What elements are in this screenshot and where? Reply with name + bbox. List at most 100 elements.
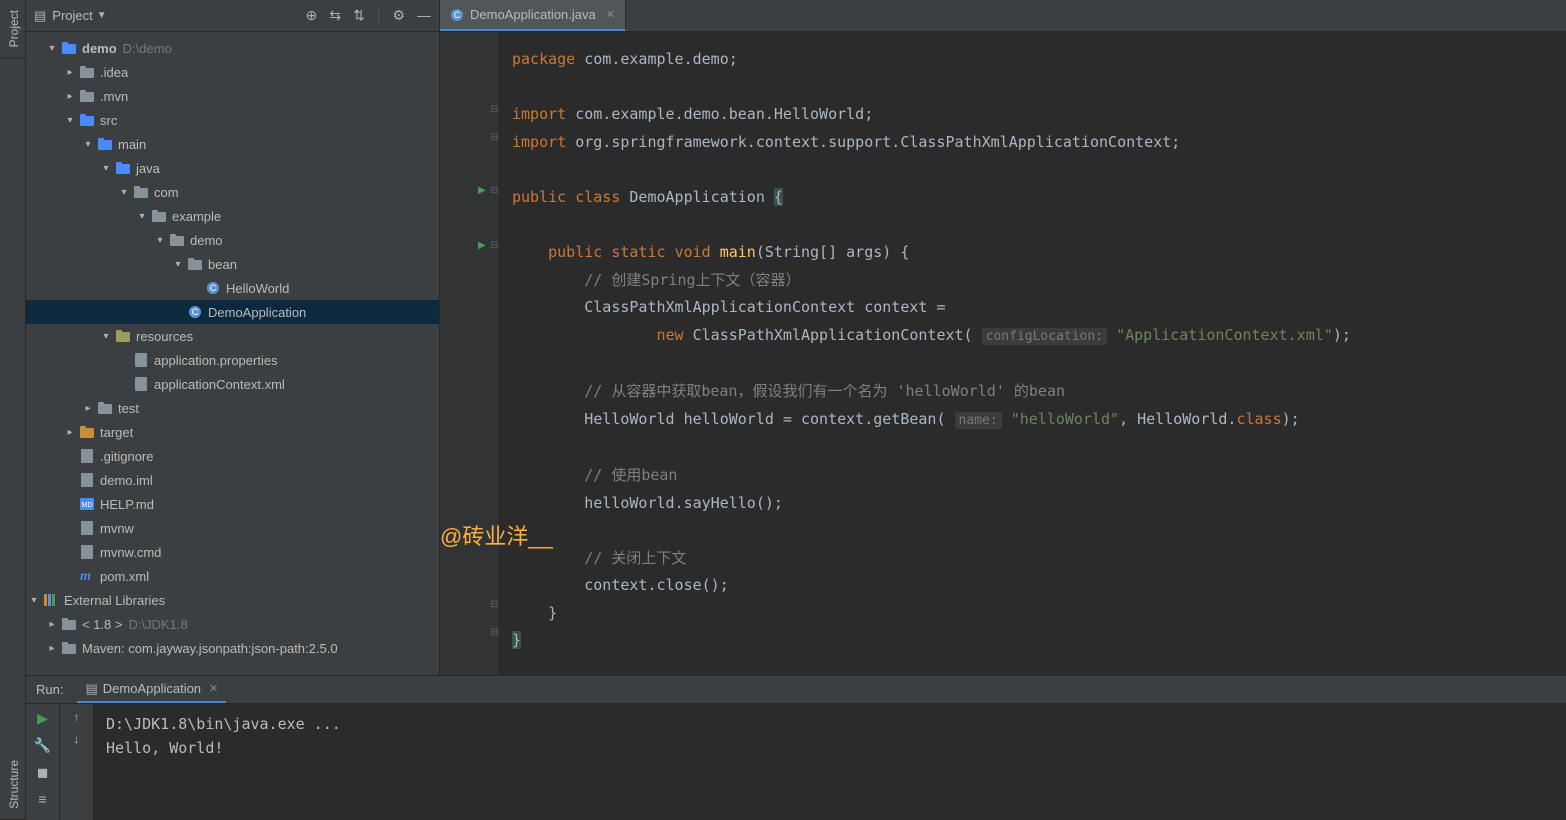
tree-node--1-8-[interactable]: ▸< 1.8 >D:\JDK1.8 [26,612,439,636]
fold-icon[interactable]: ⊟ [490,185,498,196]
tree-node-target[interactable]: ▸target [26,420,439,444]
tree-arrow-icon[interactable]: ▾ [98,331,114,342]
tree-label: main [118,137,146,152]
settings-icon[interactable]: ⚙ [392,7,405,24]
run-gutter-icon[interactable]: ▶ [478,240,486,251]
up-arrow-icon[interactable]: ↑ [74,710,80,724]
tree-arrow-icon[interactable]: ▸ [62,427,78,438]
tree-node-demo-iml[interactable]: demo.iml [26,468,439,492]
tree-node-java[interactable]: ▾java [26,156,439,180]
tree-node-com[interactable]: ▾ com [26,180,439,204]
fold-end-icon[interactable]: ⊟ [490,132,498,143]
file-icon [78,449,96,463]
tree-arrow-icon[interactable]: ▸ [44,619,60,630]
fold-end-icon[interactable]: ⊟ [490,599,498,610]
tree-arrow-icon[interactable]: ▾ [80,139,96,150]
tree-node-test[interactable]: ▸test [26,396,439,420]
tree-arrow-icon[interactable]: ▸ [80,403,96,414]
tree-label: demo [190,233,223,248]
folder-icon [168,234,186,246]
structure-tool-tab[interactable]: Structure [0,750,25,820]
tree-node-external-libraries[interactable]: ▾ External Libraries [26,588,439,612]
folder-icon [60,618,78,630]
tree-arrow-icon[interactable]: ▾ [152,235,168,246]
tree-label: example [172,209,221,224]
tree-node-demo[interactable]: ▾ demo [26,228,439,252]
editor-tab-demoapplication[interactable]: C DemoApplication.java ✕ [440,0,626,31]
tree-node-help-md[interactable]: MDHELP.md [26,492,439,516]
folder-icon [78,66,96,78]
tree-node-maven-com-jayway-jsonpath-json-path-2-5-0[interactable]: ▸ Maven: com.jayway.jsonpath:json-path:2.… [26,636,439,660]
down-arrow-icon[interactable]: ↓ [74,732,80,746]
run-body: ▶ 🔧 ◼ ≡ ↑ ↓ D:\JDK1.8\bin\java.exe ... H… [26,704,1566,820]
editor-area: C DemoApplication.java ✕ ▶ ▶ ⊟ ⊟ ⊟ ⊟ ⊟ ⊟ [440,0,1566,675]
tree-label: External Libraries [64,593,165,608]
tree-node--idea[interactable]: ▸.idea [26,60,439,84]
tab-label: DemoApplication.java [470,7,596,22]
tree-node-mvnw[interactable]: mvnw [26,516,439,540]
tree-node-bean[interactable]: ▾bean [26,252,439,276]
project-tool-tab[interactable]: Project [0,0,25,58]
run-config-tab[interactable]: ▤ DemoApplication ✕ [77,676,226,703]
tree-arrow-icon[interactable]: ▸ [44,643,60,654]
tree-label: DemoApplication [208,305,306,320]
tree-node-applicationcontext-xml[interactable]: applicationContext.xml [26,372,439,396]
tree-arrow-icon[interactable]: ▾ [116,187,132,198]
project-panel-title[interactable]: Project [52,8,92,23]
wrench-icon[interactable]: 🔧 [34,737,51,754]
tree-arrow-icon[interactable]: ▾ [170,259,186,270]
fold-end-icon[interactable]: ⊟ [490,627,498,638]
folder-blue-icon [114,162,132,174]
close-icon[interactable]: ✕ [209,682,218,695]
tree-arrow-icon[interactable]: ▾ [44,43,60,54]
collapse-icon[interactable]: ⇅ [353,7,365,24]
locate-icon[interactable]: ⊕ [306,7,318,24]
svg-text:C: C [454,10,461,20]
console-output[interactable]: D:\JDK1.8\bin\java.exe ... Hello, World! [94,704,1566,820]
file-md-icon: MD [78,498,96,510]
tree-arrow-icon[interactable]: ▾ [26,595,42,606]
tree-arrow-icon[interactable]: ▸ [62,67,78,78]
tree-label: demo.iml [100,473,153,488]
tree-arrow-icon[interactable]: ▾ [98,163,114,174]
tree-arrow-icon[interactable]: ▸ [62,91,78,102]
editor-gutter[interactable]: ▶ ▶ ⊟ ⊟ ⊟ ⊟ ⊟ ⊟ [440,32,498,675]
tree-node-mvnw-cmd[interactable]: mvnw.cmd [26,540,439,564]
close-icon[interactable]: ✕ [606,8,615,21]
tree-node-helloworld[interactable]: CHelloWorld [26,276,439,300]
run-gutter-icon[interactable]: ▶ [478,185,486,196]
tree-node--gitignore[interactable]: .gitignore [26,444,439,468]
fold-icon[interactable]: ⊟ [490,104,498,115]
tree-node-pom-xml[interactable]: mpom.xml [26,564,439,588]
tree-label: Maven: com.jayway.jsonpath:json-path:2.5… [82,641,338,656]
expand-icon[interactable]: ⇆ [329,7,341,24]
tree-label: com [154,185,179,200]
rerun-icon[interactable]: ▶ [37,710,48,727]
tree-node-demoapplication[interactable]: CDemoApplication [26,300,439,324]
stop-icon[interactable]: ◼ [37,764,49,781]
tree-node-application-properties[interactable]: application.properties [26,348,439,372]
tree-node--mvn[interactable]: ▸.mvn [26,84,439,108]
layout-icon[interactable]: ≡ [38,791,46,807]
tree-arrow-icon[interactable]: ▾ [134,211,150,222]
folder-blue-icon [96,138,114,150]
editor-tabs: C DemoApplication.java ✕ [440,0,1566,32]
tree-node-example[interactable]: ▾ example [26,204,439,228]
app-icon: ▤ [85,681,97,697]
dropdown-arrow-icon[interactable]: ▼ [97,10,107,21]
tree-node-resources[interactable]: ▾resources [26,324,439,348]
project-panel: ▤ Project ▼ ⊕ ⇆ ⇅ | ⚙ — ▾demoD:\demo▸.id… [26,0,440,675]
project-tree[interactable]: ▾demoD:\demo▸.idea▸.mvn▾src▾main▾java▾co… [26,32,439,675]
tree-node-main[interactable]: ▾ main [26,132,439,156]
hide-icon[interactable]: — [417,7,431,24]
tree-arrow-icon[interactable]: ▾ [62,115,78,126]
tree-node-src[interactable]: ▾src [26,108,439,132]
code-editor[interactable]: package com.example.demo; import com.exa… [498,32,1566,675]
tree-label: application.properties [154,353,278,368]
fold-icon[interactable]: ⊟ [490,240,498,251]
panel-actions: ⊕ ⇆ ⇅ | ⚙ — [306,7,431,24]
tree-path: D:\JDK1.8 [128,617,187,632]
tree-node-demo[interactable]: ▾demoD:\demo [26,36,439,60]
folder-icon [78,90,96,102]
run-panel: Run: ▤ DemoApplication ✕ ▶ 🔧 ◼ ≡ ↑ ↓ D:\… [26,675,1566,820]
